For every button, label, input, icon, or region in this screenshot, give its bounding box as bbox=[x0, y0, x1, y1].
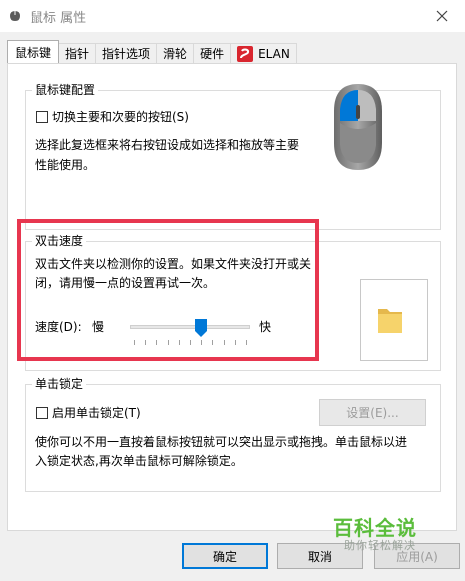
click-lock-description: 使你可以不用一直按着鼠标按钮就可以突出显示或拖拽。单击鼠标以进 bbox=[35, 435, 408, 449]
switch-buttons-description: 选择此复选框来将右按钮设成如选择和拖放等主要 bbox=[35, 138, 300, 152]
group-legend: 鼠标键配置 bbox=[32, 82, 99, 98]
highlight-box bbox=[17, 219, 319, 361]
mouse-icon bbox=[10, 11, 20, 21]
click-lock-settings-button[interactable]: 设置(E)... bbox=[319, 399, 426, 426]
folder-icon[interactable] bbox=[376, 303, 404, 335]
window-title: 鼠标 属性 bbox=[30, 11, 87, 26]
tab-label: 鼠标键 bbox=[15, 45, 52, 60]
tab-buttons[interactable]: 鼠标键 bbox=[7, 40, 60, 63]
close-button[interactable] bbox=[419, 0, 465, 32]
tab-hardware[interactable]: 硬件 bbox=[193, 43, 232, 63]
tab-strip: 鼠标键 指针 指针选项 滑轮 硬件 ELAN bbox=[7, 40, 297, 63]
tab-label: 硬件 bbox=[200, 47, 225, 61]
switch-buttons-label[interactable]: 切换主要和次要的按钮(S) bbox=[52, 109, 189, 125]
tab-pointers[interactable]: 指针 bbox=[58, 43, 97, 63]
click-lock-label[interactable]: 启用单击锁定(T) bbox=[52, 405, 141, 421]
tab-wheel[interactable]: 滑轮 bbox=[156, 43, 195, 63]
tab-pointer-options[interactable]: 指针选项 bbox=[95, 43, 158, 63]
group-legend: 单击锁定 bbox=[32, 376, 87, 392]
tab-label: 指针 bbox=[65, 47, 90, 61]
title-bar: 鼠标 属性 bbox=[0, 0, 465, 32]
tab-elan[interactable]: ELAN bbox=[230, 43, 297, 63]
elan-icon bbox=[237, 45, 254, 62]
switch-buttons-checkbox[interactable] bbox=[36, 111, 48, 123]
tab-label: 滑轮 bbox=[163, 47, 188, 61]
tab-label: 指针选项 bbox=[102, 47, 151, 61]
close-icon bbox=[436, 10, 448, 22]
watermark-subtitle: 助你轻松解决 bbox=[344, 539, 416, 552]
tab-label: ELAN bbox=[258, 46, 290, 61]
switch-buttons-description-2: 性能使用。 bbox=[35, 158, 96, 172]
click-lock-description-2: 入锁定状态,再次单击鼠标可解除锁定。 bbox=[35, 454, 243, 468]
mouse-illustration bbox=[334, 84, 382, 170]
click-lock-checkbox[interactable] bbox=[36, 407, 48, 419]
ok-button[interactable]: 确定 bbox=[182, 543, 268, 569]
